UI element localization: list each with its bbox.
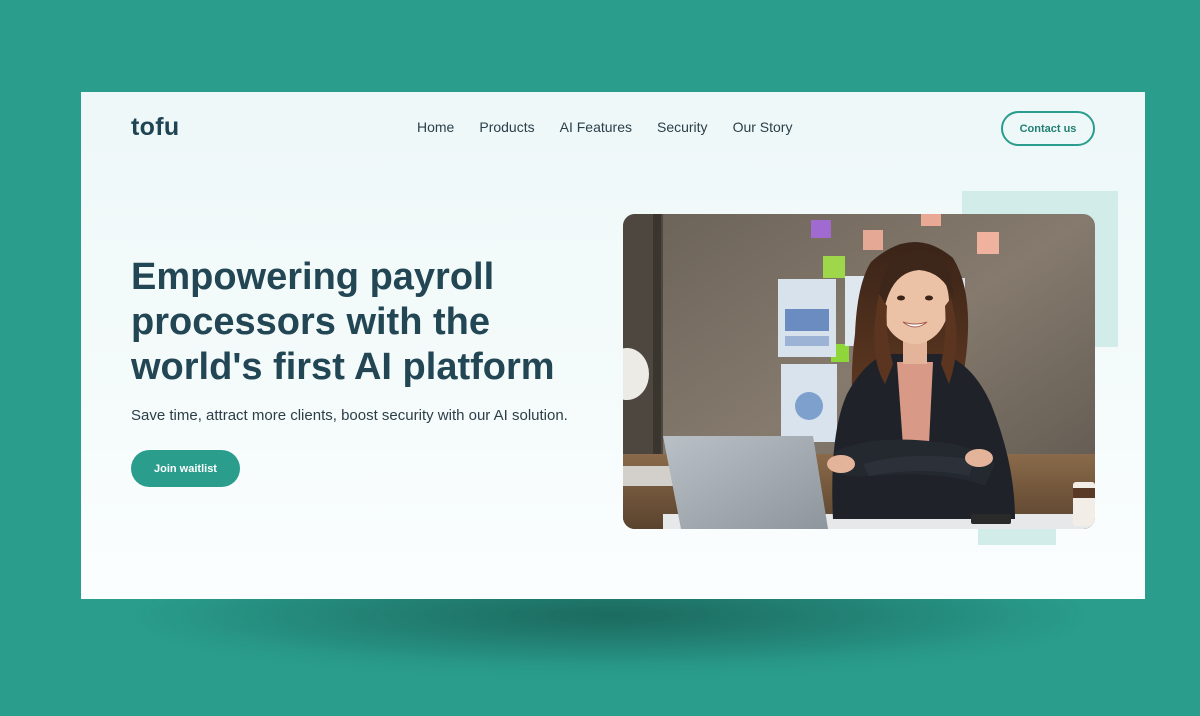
hero-subtext: Save time, attract more clients, boost s… [131, 407, 568, 424]
landing-page-card: tofu Home Products AI Features Security … [81, 92, 1145, 599]
nav-item-our-story[interactable]: Our Story [733, 119, 793, 135]
join-waitlist-button[interactable]: Join waitlist [131, 450, 240, 487]
hero-photo [623, 214, 1095, 529]
nav-item-ai-features[interactable]: AI Features [560, 119, 632, 135]
hero-headline: Empowering payroll processors with the w… [131, 256, 555, 388]
logo[interactable]: tofu [131, 113, 179, 142]
nav-item-products[interactable]: Products [479, 119, 534, 135]
nav-item-security[interactable]: Security [657, 119, 708, 135]
main-nav: Home Products AI Features Security Our S… [417, 119, 817, 135]
contact-us-button[interactable]: Contact us [1001, 111, 1095, 146]
nav-item-home[interactable]: Home [417, 119, 454, 135]
